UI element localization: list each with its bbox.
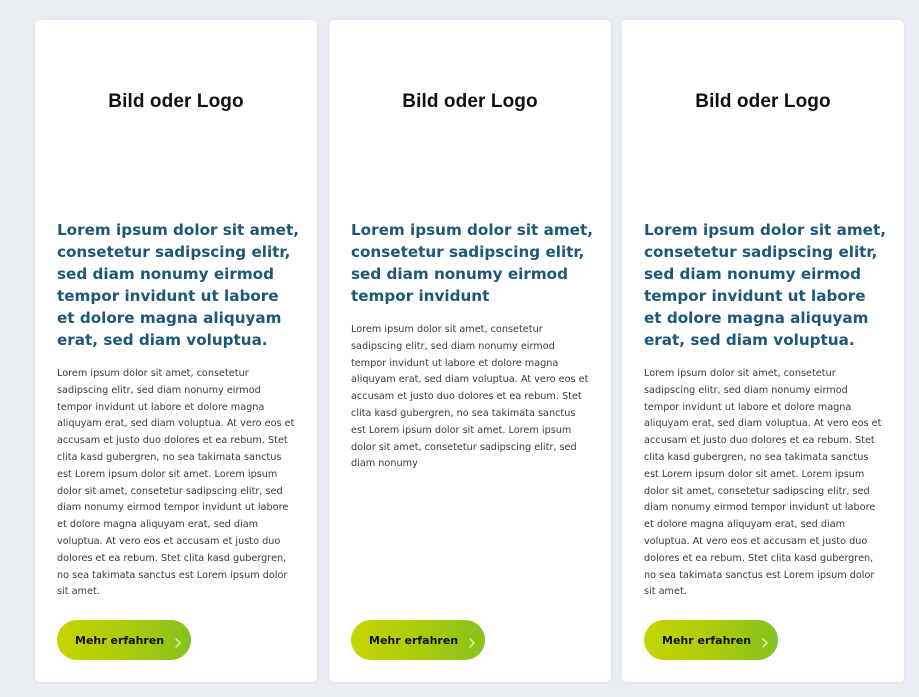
- button-label: Mehr erfahren: [662, 633, 752, 647]
- teaser-card-1: Bild oder Logo Lorem ipsum dolor sit ame…: [35, 20, 317, 682]
- card-title: Lorem ipsum dolor sit amet, consetetur s…: [644, 221, 886, 349]
- card-title: Lorem ipsum dolor sit amet, consetetur s…: [351, 221, 593, 305]
- card-title: Lorem ipsum dolor sit amet, consetetur s…: [57, 221, 299, 349]
- logo-placeholder-text: Bild oder Logo: [108, 90, 244, 112]
- teaser-card-2: Bild oder Logo Lorem ipsum dolor sit ame…: [329, 20, 611, 682]
- logo-placeholder: Bild oder Logo: [35, 20, 317, 185]
- button-label: Mehr erfahren: [75, 633, 165, 647]
- teaser-card-3: Bild oder Logo Lorem ipsum dolor sit ame…: [622, 20, 904, 682]
- logo-placeholder: Bild oder Logo: [329, 20, 611, 185]
- logo-placeholder: Bild oder Logo: [622, 20, 904, 185]
- card-body-text: Lorem ipsum dolor sit amet, consetetur s…: [57, 368, 295, 598]
- card-body-text: Lorem ipsum dolor sit amet, consetetur s…: [644, 368, 882, 598]
- button-label: Mehr erfahren: [369, 633, 459, 647]
- chevron-right-icon: [761, 635, 769, 648]
- mehr-erfahren-button[interactable]: Mehr erfahren: [351, 620, 485, 660]
- card-body-text: Lorem ipsum dolor sit amet, consetetur s…: [351, 324, 589, 470]
- chevron-right-icon: [468, 635, 476, 648]
- mehr-erfahren-button[interactable]: Mehr erfahren: [57, 620, 191, 660]
- logo-placeholder-text: Bild oder Logo: [402, 90, 538, 112]
- logo-placeholder-text: Bild oder Logo: [695, 90, 831, 112]
- page: Bild oder Logo Lorem ipsum dolor sit ame…: [0, 0, 919, 697]
- chevron-right-icon: [174, 635, 182, 648]
- mehr-erfahren-button[interactable]: Mehr erfahren: [644, 620, 778, 660]
